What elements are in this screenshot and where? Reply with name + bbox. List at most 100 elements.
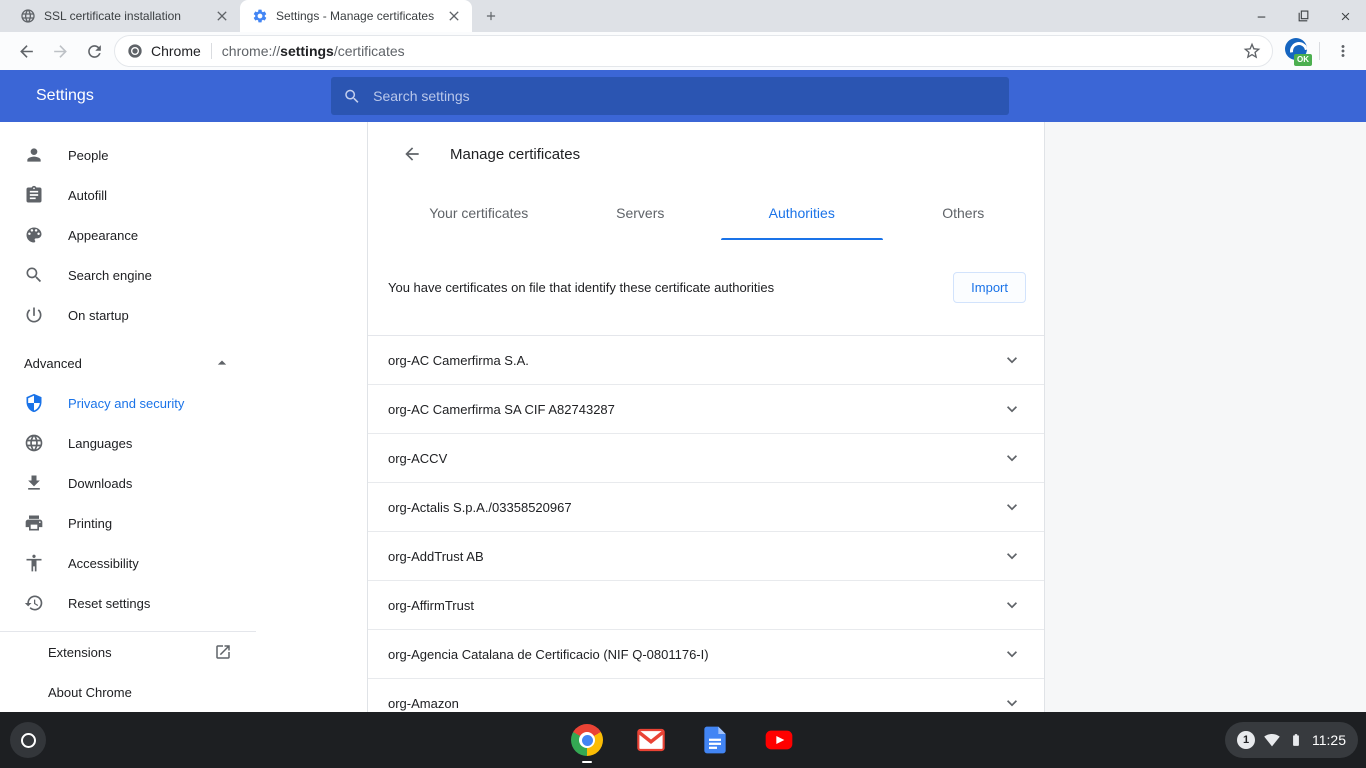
certificate-row[interactable]: org-AC Camerfirma SA CIF A82743287 <box>368 385 1044 434</box>
certificate-name: org-ACCV <box>388 451 447 466</box>
sidebar-item-label: Appearance <box>68 228 138 243</box>
reload-button[interactable] <box>80 37 108 65</box>
omnibox[interactable]: Chrome chrome://settings/certificates <box>114 35 1273 67</box>
browser-menu-button[interactable] <box>1330 38 1356 64</box>
sidebar-item-reset-settings[interactable]: Reset settings <box>0 583 256 623</box>
chevron-down-icon[interactable] <box>1002 693 1022 712</box>
window-controls <box>1250 0 1356 32</box>
certificate-name: org-AffirmTrust <box>388 598 474 613</box>
sidebar-item-printing[interactable]: Printing <box>0 503 256 543</box>
certificate-row[interactable]: org-AC Camerfirma S.A. <box>368 336 1044 385</box>
docs-app-button[interactable] <box>699 724 731 756</box>
page-back-button[interactable] <box>394 136 430 172</box>
close-icon <box>1339 10 1352 23</box>
restore-button[interactable] <box>1292 5 1314 27</box>
browser-tab-ssl[interactable]: SSL certificate installation <box>8 0 240 32</box>
sidebar-item-languages[interactable]: Languages <box>0 423 256 463</box>
reset-icon <box>24 593 44 613</box>
browser-toolbar: Chrome chrome://settings/certificates OK <box>0 32 1366 70</box>
sidebar-item-extensions[interactable]: Extensions <box>0 632 256 672</box>
toolbar-divider <box>1319 42 1320 60</box>
power-icon <box>24 305 44 325</box>
tab-others[interactable]: Others <box>883 186 1045 240</box>
tab-your-certificates[interactable]: Your certificates <box>398 186 560 240</box>
clock: 11:25 <box>1312 732 1346 748</box>
certificate-row[interactable]: org-Agencia Catalana de Certificacio (NI… <box>368 630 1044 679</box>
chevron-down-icon[interactable] <box>1002 546 1022 566</box>
certificate-row[interactable]: org-AddTrust AB <box>368 532 1044 581</box>
bookmark-star-icon[interactable] <box>1242 41 1262 61</box>
sidebar-item-label: Extensions <box>48 645 112 660</box>
certificate-row[interactable]: org-ACCV <box>368 434 1044 483</box>
sidebar-item-privacy-security[interactable]: Privacy and security <box>0 383 256 423</box>
download-icon <box>24 473 44 493</box>
sidebar-item-about-chrome[interactable]: About Chrome <box>0 672 256 712</box>
chevron-down-icon[interactable] <box>1002 399 1022 419</box>
sidebar-item-autofill[interactable]: Autofill <box>0 175 256 215</box>
chevron-down-icon[interactable] <box>1002 350 1022 370</box>
search-settings-input[interactable] <box>373 88 997 104</box>
sidebar-item-appearance[interactable]: Appearance <box>0 215 256 255</box>
chrome-logo-icon <box>127 43 143 59</box>
reload-icon <box>85 42 104 61</box>
authorities-message-row: You have certificates on file that ident… <box>368 240 1044 335</box>
docs-icon <box>699 724 731 756</box>
sidebar-item-people[interactable]: People <box>0 135 256 175</box>
extension-button[interactable]: OK <box>1283 38 1309 64</box>
browser-tab-strip: SSL certificate installation Settings - … <box>0 0 1366 32</box>
chrome-app-button[interactable] <box>571 724 603 756</box>
accessibility-icon <box>24 553 44 573</box>
certificate-row[interactable]: org-AffirmTrust <box>368 581 1044 630</box>
sidebar-item-label: On startup <box>68 308 129 323</box>
battery-icon <box>1289 732 1303 748</box>
launcher-button[interactable] <box>10 722 46 758</box>
certificate-row[interactable]: org-Actalis S.p.A./03358520967 <box>368 483 1044 532</box>
sidebar-item-label: Search engine <box>68 268 152 283</box>
sidebar-item-downloads[interactable]: Downloads <box>0 463 256 503</box>
site-label: Chrome <box>151 43 201 59</box>
close-window-button[interactable] <box>1334 5 1356 27</box>
autofill-icon <box>24 185 44 205</box>
card-title-row: Manage certificates <box>368 122 1044 186</box>
new-tab-button[interactable] <box>478 3 504 29</box>
youtube-app-button[interactable] <box>763 724 795 756</box>
chevron-down-icon[interactable] <box>1002 497 1022 517</box>
running-indicator <box>582 761 592 763</box>
sidebar-item-label: Privacy and security <box>68 396 184 411</box>
palette-icon <box>24 225 44 245</box>
chevron-down-icon[interactable] <box>1002 448 1022 468</box>
back-arrow-icon <box>402 144 422 164</box>
tab-servers[interactable]: Servers <box>560 186 722 240</box>
sidebar-item-search-engine[interactable]: Search engine <box>0 255 256 295</box>
certificate-row[interactable]: org-Amazon <box>368 679 1044 712</box>
chevron-down-icon[interactable] <box>1002 644 1022 664</box>
sidebar-item-on-startup[interactable]: On startup <box>0 295 256 335</box>
authorities-message: You have certificates on file that ident… <box>388 280 953 295</box>
status-tray[interactable]: 1 11:25 <box>1225 722 1358 758</box>
gmail-app-button[interactable] <box>635 724 667 756</box>
chevron-down-icon[interactable] <box>1002 595 1022 615</box>
sidebar-advanced-toggle[interactable]: Advanced <box>0 343 256 383</box>
forward-button[interactable] <box>46 37 74 65</box>
browser-tab-settings[interactable]: Settings - Manage certificates <box>240 0 472 32</box>
page-title: Manage certificates <box>450 146 580 163</box>
restore-icon <box>1297 10 1310 23</box>
tab-close-icon[interactable] <box>446 8 462 24</box>
sidebar-item-label: Downloads <box>68 476 132 491</box>
certificate-name: org-AC Camerfirma S.A. <box>388 353 529 368</box>
tab-authorities[interactable]: Authorities <box>721 186 883 240</box>
person-icon <box>24 145 44 165</box>
minimize-icon <box>1255 10 1268 23</box>
sidebar-item-accessibility[interactable]: Accessibility <box>0 543 256 583</box>
back-arrow-icon <box>17 42 36 61</box>
notification-badge: 1 <box>1237 731 1255 749</box>
back-button[interactable] <box>12 37 40 65</box>
shelf: 1 11:25 <box>0 712 1366 768</box>
minimize-button[interactable] <box>1250 5 1272 27</box>
certificate-name: org-Actalis S.p.A./03358520967 <box>388 500 572 515</box>
tab-close-icon[interactable] <box>214 8 230 24</box>
certificate-list: org-AC Camerfirma S.A. org-AC Camerfirma… <box>368 335 1044 712</box>
printer-icon <box>24 513 44 533</box>
import-button[interactable]: Import <box>953 272 1026 303</box>
settings-search[interactable] <box>331 77 1009 115</box>
